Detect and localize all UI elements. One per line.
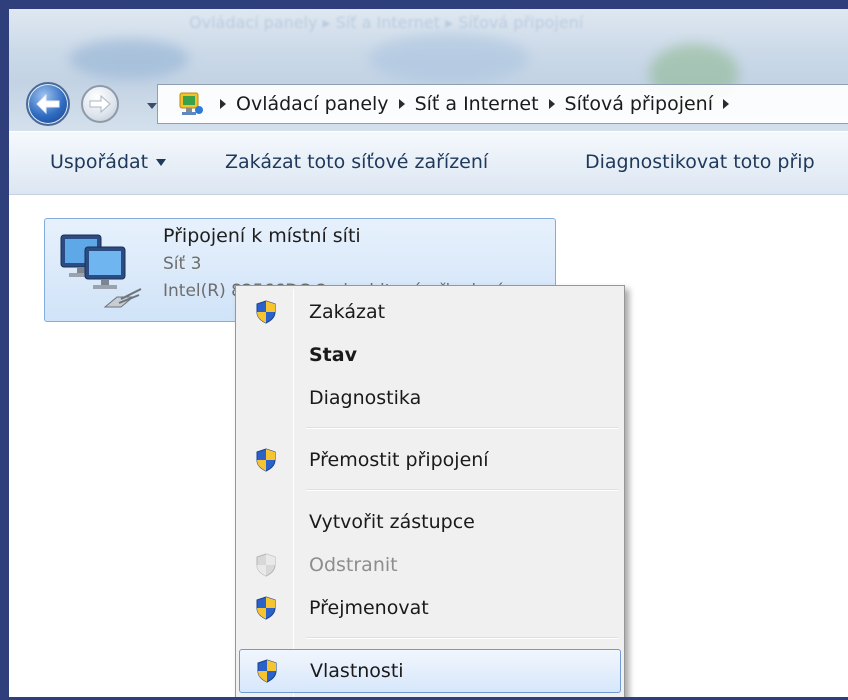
uac-shield-icon [239, 553, 293, 577]
glass-reflection [69, 39, 189, 79]
breadcrumb-control-panel[interactable]: Ovládací panely [236, 93, 389, 115]
menu-item-label: Stav [309, 344, 357, 366]
menu-item-label: Odstranit [309, 554, 398, 576]
menu-item-delete[interactable]: Odstranit [239, 543, 621, 587]
arrow-right-icon [89, 95, 111, 113]
arrow-left-icon [36, 93, 60, 115]
organize-label: Uspořádat [50, 151, 149, 173]
breadcrumb-separator[interactable] [214, 99, 232, 109]
menu-item-disable[interactable]: Zakázat [239, 290, 621, 334]
forward-button[interactable] [81, 85, 119, 123]
breadcrumb-separator[interactable] [393, 99, 411, 109]
disable-device-button[interactable]: Zakázat toto síťové zařízení [225, 151, 488, 173]
menu-item-bridge-connections[interactable]: Přemostit připojení [239, 438, 621, 482]
menu-item-status[interactable]: Stav [239, 333, 621, 377]
uac-shield-icon [240, 659, 294, 683]
uac-shield-icon [239, 596, 293, 620]
glass-reflection [369, 34, 529, 84]
menu-item-label: Přemostit připojení [309, 449, 489, 471]
breadcrumb-network-internet[interactable]: Síť a Internet [415, 93, 539, 115]
explorer-window: Ovládací panely ▸ Síť a Internet ▸ Síťov… [0, 0, 848, 700]
network-folder-icon [176, 89, 206, 119]
network-adapter-icon [55, 225, 153, 317]
menu-item-label: Přejmenovat [309, 597, 429, 619]
menu-item-properties[interactable]: Vlastnosti [239, 649, 621, 693]
address-bar-area: Ovládací panely ▸ Síť a Internet ▸ Síťov… [9, 9, 848, 131]
command-bar: Uspořádat Zakázat toto síťové zařízení D… [9, 131, 848, 195]
menu-item-label: Vlastnosti [310, 660, 404, 682]
menu-separator [306, 489, 618, 491]
menu-item-diagnostics[interactable]: Diagnostika [239, 376, 621, 420]
glass-reflection-text: Ovládací panely ▸ Síť a Internet ▸ Síťov… [189, 13, 584, 32]
menu-item-label: Zakázat [309, 301, 386, 323]
menu-item-label: Vytvořit zástupce [309, 511, 475, 533]
menu-item-rename[interactable]: Přejmenovat [239, 586, 621, 630]
menu-item-create-shortcut[interactable]: Vytvořit zástupce [239, 500, 621, 544]
connection-network: Síť 3 [163, 254, 202, 274]
back-button[interactable] [26, 82, 70, 126]
diagnose-connection-button[interactable]: Diagnostikovat toto přip [585, 151, 815, 173]
breadcrumb-separator[interactable] [543, 99, 561, 109]
chevron-down-icon [156, 158, 167, 166]
menu-separator [306, 427, 618, 429]
organize-button[interactable]: Uspořádat [50, 151, 167, 173]
menu-separator [306, 637, 618, 639]
menu-item-label: Diagnostika [309, 387, 422, 409]
uac-shield-icon [239, 448, 293, 472]
address-input[interactable]: Ovládací panely Síť a Internet Síťová př… [157, 84, 848, 124]
breadcrumb-separator[interactable] [717, 99, 735, 109]
connection-name: Připojení k místní síti [163, 225, 361, 247]
breadcrumb-network-connections[interactable]: Síťová připojení [565, 93, 713, 115]
context-menu: Zakázat Stav Diagnostika Přemostit připo… [235, 285, 625, 697]
uac-shield-icon [239, 300, 293, 324]
